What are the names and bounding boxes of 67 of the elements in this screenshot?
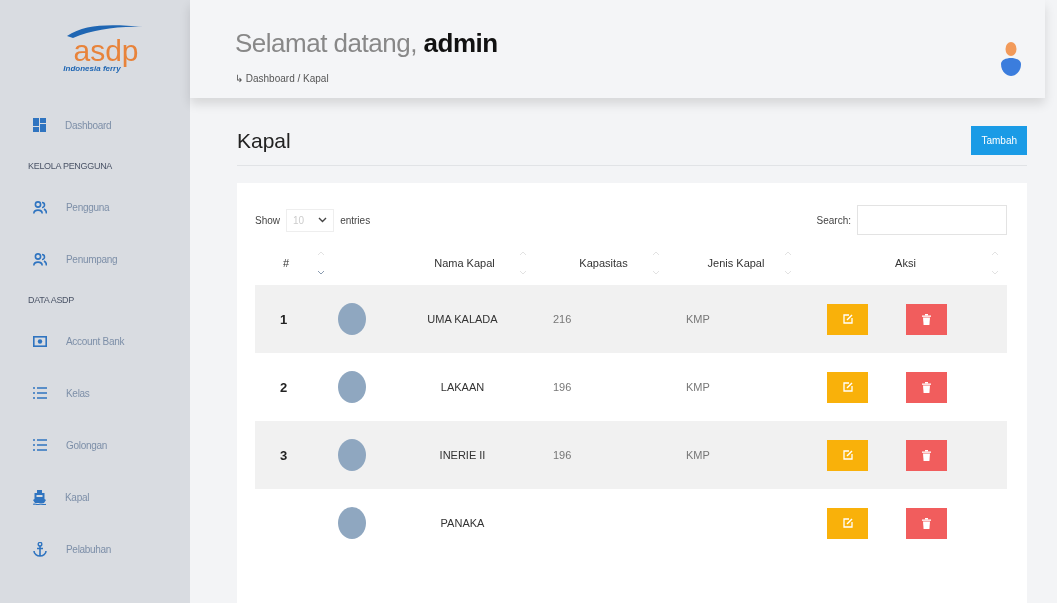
edit-button[interactable] [827, 507, 868, 539]
column-header[interactable]: Jenis Kapal [668, 241, 800, 285]
edit-icon [842, 314, 853, 324]
photo-placeholder [338, 507, 366, 539]
user-avatar-icon[interactable] [1000, 42, 1022, 76]
sidebar-item[interactable]: Account Bank [0, 315, 190, 367]
ship-icon [33, 489, 46, 505]
photo-placeholder [338, 303, 366, 335]
anchor-icon [33, 541, 47, 557]
chevron-down-icon [318, 217, 328, 223]
column-header[interactable]: # [255, 241, 390, 285]
delete-button[interactable] [906, 507, 947, 539]
edit-button[interactable] [827, 303, 868, 335]
list-icon [33, 439, 47, 451]
sidebar-item[interactable]: Kapal [0, 471, 190, 523]
delete-button[interactable] [906, 439, 947, 471]
logo-tagline: Indonesia ferry [63, 64, 121, 73]
ship-name-cell: LAKAAN [440, 381, 485, 393]
column-header[interactable]: Nama Kapal [390, 241, 535, 285]
trash-icon [922, 381, 931, 393]
welcome-heading: Selamat datang, admin [235, 28, 498, 59]
sidebar-item[interactable]: Dashboard [0, 99, 190, 151]
edit-button[interactable] [827, 371, 868, 403]
row-number: 3 [280, 447, 288, 463]
dashboard-icon [33, 118, 46, 132]
trash-icon [922, 313, 931, 325]
section-heading: DATA ASDP [27, 294, 75, 307]
ship-type-cell: KMP [686, 381, 710, 393]
page-title: Kapal [237, 128, 291, 153]
trash-icon [922, 517, 931, 529]
ship-name-cell: INERIE II [439, 449, 486, 461]
capacity-cell: 196 [553, 449, 572, 461]
row-number: 2 [280, 379, 288, 395]
capacity-cell: 216 [553, 313, 572, 325]
banknote-icon [33, 335, 47, 347]
entries-label: entries [340, 214, 371, 226]
row-number: 1 [280, 311, 288, 327]
sidebar-item[interactable]: Pelabuhan [0, 523, 190, 575]
show-label: Show [255, 214, 280, 226]
ship-type-cell: KMP [686, 313, 710, 325]
edit-icon [842, 450, 853, 460]
photo-placeholder [338, 371, 366, 403]
ship-name-cell: UMA KALADA [427, 313, 498, 325]
photo-placeholder [338, 439, 366, 471]
search-label: Search: [816, 214, 851, 226]
trash-icon [922, 449, 931, 461]
edit-icon [842, 518, 853, 528]
column-header[interactable]: Aksi [800, 241, 1007, 285]
ship-name-cell: PANAKA [440, 517, 485, 529]
users-icon [33, 252, 47, 266]
section-heading: KELOLA PENGGUNA [27, 160, 114, 173]
users-icon [33, 200, 47, 214]
sidebar-item[interactable]: Pengguna [0, 181, 190, 233]
capacity-cell: 196 [553, 381, 572, 393]
add-button[interactable]: Tambah [971, 126, 1027, 155]
edit-button[interactable] [827, 439, 868, 471]
sidebar-item[interactable]: Kelas [0, 367, 190, 419]
ship-type-cell: KMP [686, 449, 710, 461]
sidebar-item[interactable]: Golongan [0, 419, 190, 471]
breadcrumb: ↳ Dashboard / Kapal [235, 73, 330, 84]
delete-button[interactable] [906, 371, 947, 403]
column-header[interactable]: Kapasitas [535, 241, 668, 285]
delete-button[interactable] [906, 303, 947, 335]
list-icon [33, 387, 47, 399]
search-field[interactable] [857, 205, 1007, 235]
sidebar-item[interactable]: Penumpang [0, 233, 190, 285]
edit-icon [842, 382, 853, 392]
